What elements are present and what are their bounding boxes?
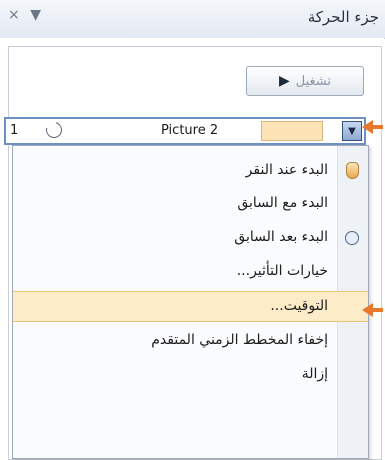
menu-item-label: إخفاء المخطط الزمني المتقدم bbox=[151, 332, 328, 348]
animation-pane: × ▼ جزء الحركة تشغيل ▶ 1 Picture 2 ▼ الب… bbox=[0, 0, 385, 460]
animation-list-item[interactable]: 1 Picture 2 ▼ bbox=[4, 117, 366, 145]
menu-item-remove[interactable]: إزالة bbox=[13, 360, 368, 391]
pane-menu-icon[interactable]: ▼ bbox=[30, 7, 41, 23]
play-button-label: تشغيل bbox=[295, 73, 332, 89]
close-icon[interactable]: × bbox=[8, 7, 20, 23]
context-menu: البدء عند النقر البدء مع السابق البدء بع… bbox=[12, 145, 369, 459]
mouse-icon bbox=[346, 162, 359, 179]
pane-title: جزء الحركة bbox=[307, 8, 379, 26]
menu-item-label: التوقيت... bbox=[270, 298, 328, 314]
item-dropdown-button[interactable]: ▼ bbox=[342, 121, 362, 141]
circle-arrow-icon bbox=[43, 119, 65, 141]
menu-item-label: إزالة bbox=[301, 366, 328, 382]
clock-icon bbox=[345, 231, 359, 245]
menu-item-label: البدء بعد السابق bbox=[234, 229, 328, 245]
menu-item-label: البدء عند النقر bbox=[245, 162, 328, 178]
menu-item-start-after-previous[interactable]: البدء بعد السابق bbox=[13, 223, 368, 254]
menu-item-effect-options[interactable]: خيارات التأثير... bbox=[13, 257, 368, 288]
menu-item-timing[interactable]: التوقيت... bbox=[13, 291, 368, 322]
play-button[interactable]: تشغيل ▶ bbox=[246, 66, 364, 96]
chevron-down-icon: ▼ bbox=[348, 125, 356, 137]
pane-controls: × ▼ bbox=[8, 7, 47, 23]
callout-arrow-icon bbox=[362, 303, 383, 317]
menu-item-hide-advanced-timeline[interactable]: إخفاء المخطط الزمني المتقدم bbox=[13, 326, 368, 357]
menu-item-start-on-click[interactable]: البدء عند النقر bbox=[13, 156, 368, 187]
timeline-bar[interactable] bbox=[261, 121, 323, 141]
menu-item-label: البدء مع السابق bbox=[237, 195, 328, 211]
animation-target-name: Picture 2 bbox=[161, 123, 219, 138]
play-icon: ▶ bbox=[278, 73, 290, 89]
menu-item-label: خيارات التأثير... bbox=[236, 263, 328, 279]
menu-item-start-with-previous[interactable]: البدء مع السابق bbox=[13, 189, 368, 220]
animation-order-number: 1 bbox=[10, 123, 19, 138]
callout-arrow-icon bbox=[362, 120, 383, 134]
pane-title-bar: × ▼ جزء الحركة bbox=[0, 0, 385, 39]
